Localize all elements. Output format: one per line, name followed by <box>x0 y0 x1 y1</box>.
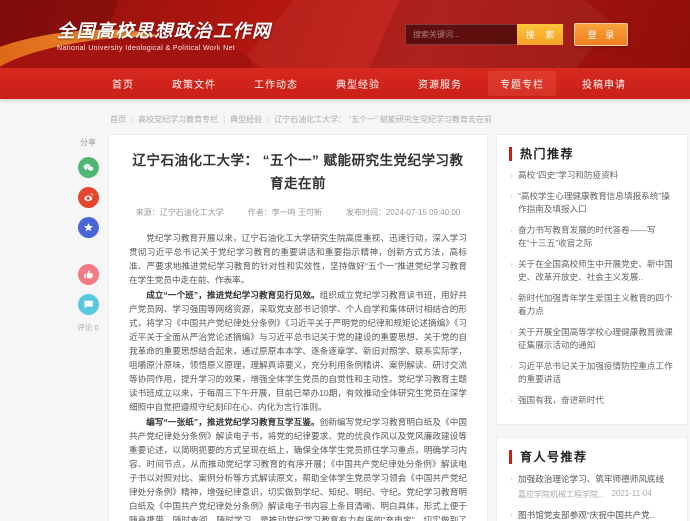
comment-icon[interactable] <box>78 294 99 315</box>
search-input[interactable] <box>405 24 517 45</box>
login-button[interactable]: 登 录 <box>574 23 628 46</box>
nav-item[interactable]: 典型经验 <box>324 71 392 96</box>
sidebar: 热门推荐 高校“四史”学习和防疫资料 “高校学生心理健康教育信息填报系统”操作指… <box>496 134 688 521</box>
article-card: 辽宁石油化工大学： “五个一” 赋能研究生党纪学习教育走在前 来源：辽宁石油化工… <box>108 134 488 521</box>
yuren-recommend-card: 育人号推荐 加强政治理论学习、筑牢师德师风底线 嘉应学院机械工程学院.. 202… <box>496 437 688 521</box>
article-paragraph: 党纪学习教育开展以来，辽宁石油化工大学研究生院高度重视、迅速行动，深入学习贯彻习… <box>129 231 467 287</box>
site-logo[interactable]: 全国高校思想政治工作网 National University Ideologi… <box>57 17 272 52</box>
nav-item[interactable]: 资源服务 <box>406 71 474 96</box>
article-paragraph: 编写“一张纸”，推进党纪学习教育互学互鉴。创新编写党纪学习教育明白纸及《中国共产… <box>129 415 467 521</box>
breadcrumb-item[interactable]: 首页 <box>110 114 126 125</box>
share-rail: 分享 评论 0 <box>75 134 101 333</box>
comment-glyph <box>82 298 95 311</box>
article-meta: 来源：辽宁石油化工大学 作者：李一鸣 王可新 发布时间：2024-07-15 0… <box>129 207 467 218</box>
nav-item[interactable]: 政策文件 <box>160 71 228 96</box>
breadcrumb-item[interactable]: 高校党纪学习教育专栏 <box>126 114 218 125</box>
qzone-icon[interactable] <box>78 217 99 238</box>
yuren-item-title[interactable]: 加强政治理论学习、筑牢师德师风底线 <box>518 473 675 485</box>
wechat-glyph <box>82 161 95 174</box>
hot-recommend-item[interactable]: 关于在全国高校师生中开展党史、新中国史、改革开放史、社会主义发展.. <box>509 258 675 284</box>
qzone-glyph <box>82 221 95 234</box>
comment-count: 评论 0 <box>77 322 98 333</box>
yuren-item-date: 2021-11-04 <box>611 489 651 500</box>
nav-item[interactable]: 专题专栏 <box>488 71 556 96</box>
site-logo-chinese: 全国高校思想政治工作网 <box>57 17 272 43</box>
paragraph-text: 党纪学习教育开展以来，辽宁石油化工大学研究生院高度重视、迅速行动，深入学习贯彻习… <box>129 233 467 285</box>
like-icon[interactable] <box>78 264 99 285</box>
nav-item[interactable]: 工作动态 <box>242 71 310 96</box>
article-author: 作者：李一鸣 王可新 <box>248 207 322 218</box>
hot-recommend-item[interactable]: 高校“四史”学习和防疫资料 <box>509 169 675 182</box>
article-source: 来源：辽宁石油化工大学 <box>136 207 224 218</box>
nav-item[interactable]: 首页 <box>100 71 146 96</box>
breadcrumb: 首页 高校党纪学习教育专栏 典型经验 辽宁石油化工大学： “五个一” 赋能研究生… <box>110 114 690 125</box>
main-content: 分享 评论 0 辽宁石油化工大学： “五个一” 赋能研究生党纪学习教育走在前 来… <box>0 134 690 521</box>
article-body: 党纪学习教育开展以来，辽宁石油化工大学研究生院高度重视、迅速行动，深入学习贯彻习… <box>129 231 467 521</box>
hot-recommend-item[interactable]: 奋力书写教育发展的时代答卷——写在“十三五”收官之际 <box>509 224 675 250</box>
breadcrumb-item[interactable]: 典型经验 <box>218 114 262 125</box>
header-actions: 搜 索 登 录 <box>405 23 628 46</box>
share-label: 分享 <box>80 137 96 148</box>
yuren-recommend-title: 育人号推荐 <box>509 450 675 464</box>
yuren-recommend-item[interactable]: 图书馆党支部参观“庆祝中国共产党.. 辽宁装备制造职业技术.. 2021-11-… <box>509 509 675 521</box>
search-box: 搜 索 <box>405 24 563 45</box>
hot-recommend-item[interactable]: 新时代加强青年学生爱国主义教育的四个着力点 <box>509 292 675 318</box>
article-publish-time: 发布时间：2024-07-15 09:40:00 <box>346 207 460 218</box>
paragraph-text: 创新编写党纪学习教育明白纸及《中国共产党纪律处分条例》解读电子书，将党的纪律要求… <box>129 417 467 521</box>
main-nav: 首页 政策文件 工作动态 典型经验 资源服务 专题专栏 投稿申请 <box>0 68 690 99</box>
hot-recommend-item[interactable]: 强国有我，奋进新时代 <box>509 394 675 407</box>
yuren-item-title[interactable]: 图书馆党支部参观“庆祝中国共产党.. <box>518 509 675 521</box>
hot-recommend-item[interactable]: 关于开展全国高等学校心理健康教育微课征集展示活动的通知 <box>509 326 675 352</box>
hot-recommend-list: 高校“四史”学习和防疫资料 “高校学生心理健康教育信息填报系统”操作指南及填报入… <box>509 169 675 407</box>
weibo-icon[interactable] <box>78 187 99 208</box>
yuren-item-source: 嘉应学院机械工程学院.. <box>518 489 602 500</box>
like-glyph <box>82 268 95 281</box>
wechat-icon[interactable] <box>78 157 99 178</box>
search-button[interactable]: 搜 索 <box>517 24 563 45</box>
paragraph-lead: 编写“一张纸”，推进党纪学习教育互学互鉴。 <box>146 417 319 427</box>
paragraph-text: 组织成立党纪学习教育读书班，用好共产党员网、学习强国等网络资源，采取党支部书记领… <box>129 290 467 412</box>
hot-recommend-card: 热门推荐 高校“四史”学习和防疫资料 “高校学生心理健康教育信息填报系统”操作指… <box>496 134 688 425</box>
nav-item[interactable]: 投稿申请 <box>570 71 638 96</box>
hot-recommend-item[interactable]: “高校学生心理健康教育信息填报系统”操作指南及填报入口 <box>509 190 675 216</box>
article-paragraph: 成立“一个班”，推进党纪学习教育见行见效。组织成立党纪学习教育读书班，用好共产党… <box>129 288 467 414</box>
article-title: 辽宁石油化工大学： “五个一” 赋能研究生党纪学习教育走在前 <box>129 150 467 196</box>
yuren-recommend-list: 加强政治理论学习、筑牢师德师风底线 嘉应学院机械工程学院.. 2021-11-0… <box>509 473 675 521</box>
site-logo-english: National University Ideological & Politi… <box>57 45 272 52</box>
paragraph-lead: 成立“一个班”，推进党纪学习教育见行见效。 <box>146 290 319 300</box>
breadcrumb-item[interactable]: 辽宁石油化工大学： “五个一” 赋能研究生党纪学习教育走在前 <box>262 114 492 125</box>
yuren-item-meta: 嘉应学院机械工程学院.. 2021-11-04 <box>518 489 675 500</box>
yuren-recommend-item[interactable]: 加强政治理论学习、筑牢师德师风底线 嘉应学院机械工程学院.. 2021-11-0… <box>509 473 675 500</box>
weibo-glyph <box>82 191 95 204</box>
hot-recommend-item[interactable]: 习近平总书记关于加强疫情防控重点工作的重要讲话 <box>509 360 675 386</box>
hot-recommend-title: 热门推荐 <box>509 147 675 161</box>
site-header: 全国高校思想政治工作网 National University Ideologi… <box>0 0 690 68</box>
